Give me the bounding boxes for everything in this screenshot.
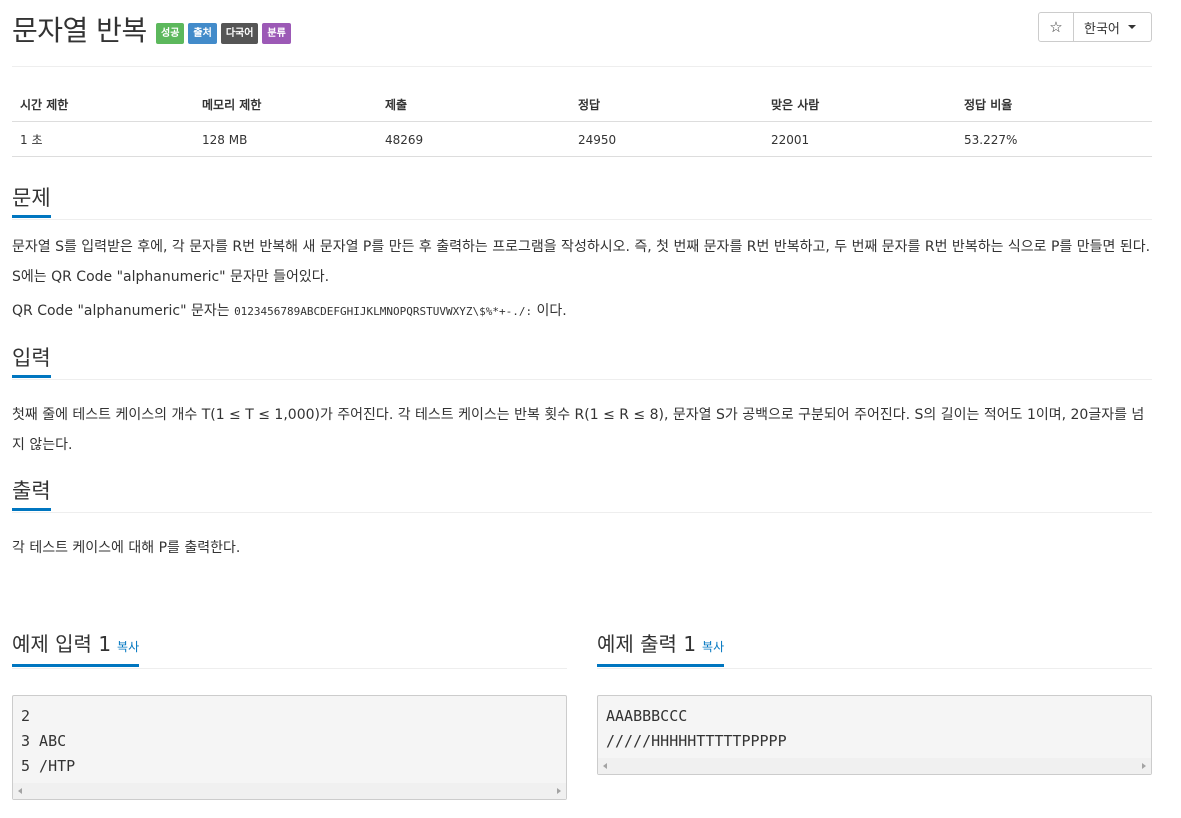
caret-down-icon (1127, 25, 1136, 29)
favorite-button[interactable]: ☆ (1038, 12, 1074, 42)
value-solved-users: 22001 (763, 121, 956, 157)
sample-input-label: 예제 입력 1 (12, 632, 112, 656)
problem-charset-line: QR Code "alphanumeric" 문자는 0123456789ABC… (12, 296, 1152, 327)
value-memory-limit: 128 MB (194, 121, 377, 157)
sample-output-label: 예제 출력 1 (597, 632, 697, 656)
problem-section-header: 문제 (12, 187, 1152, 220)
sample-output-line: /////HHHHHTTTTTPPPPP (606, 732, 787, 750)
input-section-header: 입력 (12, 347, 1152, 380)
output-section-header: 출력 (12, 480, 1152, 513)
sample-input-line: 5 /HTP (21, 757, 76, 775)
header-time-limit: 시간 제한 (12, 89, 194, 122)
table-row: 1 초 128 MB 48269 24950 22001 53.227% (12, 121, 1152, 157)
output-description: 각 테스트 케이스에 대해 P를 출력한다. (12, 540, 241, 556)
sample-input-header: 예제 입력 1 복사 (12, 632, 567, 669)
scroll-right-icon[interactable] (1142, 763, 1146, 769)
problem-header: 문자열 반복 성공 출처 다국어 분류 ☆ 한국어 (12, 0, 1152, 67)
copy-output-button[interactable]: 복사 (702, 640, 724, 654)
badge-category[interactable]: 분류 (262, 23, 291, 44)
header-accepted: 정답 (570, 89, 763, 122)
copy-input-button[interactable]: 복사 (117, 640, 139, 654)
badge-source[interactable]: 출처 (188, 23, 217, 44)
sample-output-panel: 예제 출력 1 복사 AAABBBCCC /////HHHHHTTTTTPPPPP (597, 632, 1152, 775)
sample-input-panel: 예제 입력 1 복사 2 3 ABC 5 /HTP (12, 632, 567, 800)
charset-code: 0123456789ABCDEFGHIJKLMNOPQRSTUVWXYZ\$%*… (234, 305, 533, 318)
scroll-left-icon[interactable] (18, 788, 22, 794)
badge-success[interactable]: 성공 (156, 23, 185, 44)
sample-input-box[interactable]: 2 3 ABC 5 /HTP (12, 695, 567, 800)
star-icon: ☆ (1049, 18, 1063, 36)
sample-output-line: AAABBBCCC (606, 707, 688, 725)
table-header-row: 시간 제한 메모리 제한 제출 정답 맞은 사람 정답 비율 (12, 89, 1152, 122)
value-time-limit: 1 초 (12, 121, 194, 157)
header-submissions: 제출 (377, 89, 570, 122)
output-heading: 출력 (12, 480, 51, 511)
problem-badges: 성공 출처 다국어 분류 (156, 23, 291, 44)
charset-suffix: 이다. (532, 303, 567, 319)
sample-input-line: 3 ABC (21, 732, 67, 750)
input-description: 첫째 줄에 테스트 케이스의 개수 T(1 ≤ T ≤ 1,000)가 주어진다… (12, 407, 1145, 453)
value-accept-ratio: 53.227% (956, 121, 1152, 157)
problem-info-table: 시간 제한 메모리 제한 제출 정답 맞은 사람 정답 비율 1 초 128 M… (12, 89, 1152, 157)
charset-prefix: QR Code "alphanumeric" 문자는 (12, 303, 235, 319)
header-accept-ratio: 정답 비율 (956, 89, 1152, 122)
examples: 예제 입력 1 복사 2 3 ABC 5 /HTP 예제 출력 1 복사 AAABB… (12, 632, 1152, 812)
horizontal-scrollbar[interactable] (13, 783, 566, 799)
language-dropdown[interactable]: 한국어 (1074, 12, 1152, 42)
problem-heading: 문제 (12, 187, 51, 218)
input-heading: 입력 (12, 347, 51, 378)
header-solved-users: 맞은 사람 (763, 89, 956, 122)
sample-output-header: 예제 출력 1 복사 (597, 632, 1152, 669)
value-submissions[interactable]: 48269 (377, 121, 570, 157)
problem-title: 문자열 반복 (12, 14, 147, 47)
value-accepted: 24950 (570, 121, 763, 157)
horizontal-scrollbar[interactable] (598, 758, 1151, 774)
scroll-left-icon[interactable] (603, 763, 607, 769)
sample-output-box[interactable]: AAABBBCCC /////HHHHHTTTTTPPPPP (597, 695, 1152, 775)
badge-multilang[interactable]: 다국어 (220, 23, 259, 44)
scroll-right-icon[interactable] (557, 788, 561, 794)
header-memory-limit: 메모리 제한 (194, 89, 377, 122)
language-label: 한국어 (1084, 21, 1120, 37)
problem-description: 문자열 S를 입력받은 후에, 각 문자를 R번 반복해 새 문자열 P를 만든… (12, 239, 1151, 285)
header-actions: ☆ 한국어 (1038, 12, 1152, 42)
sample-input-line: 2 (21, 707, 31, 725)
